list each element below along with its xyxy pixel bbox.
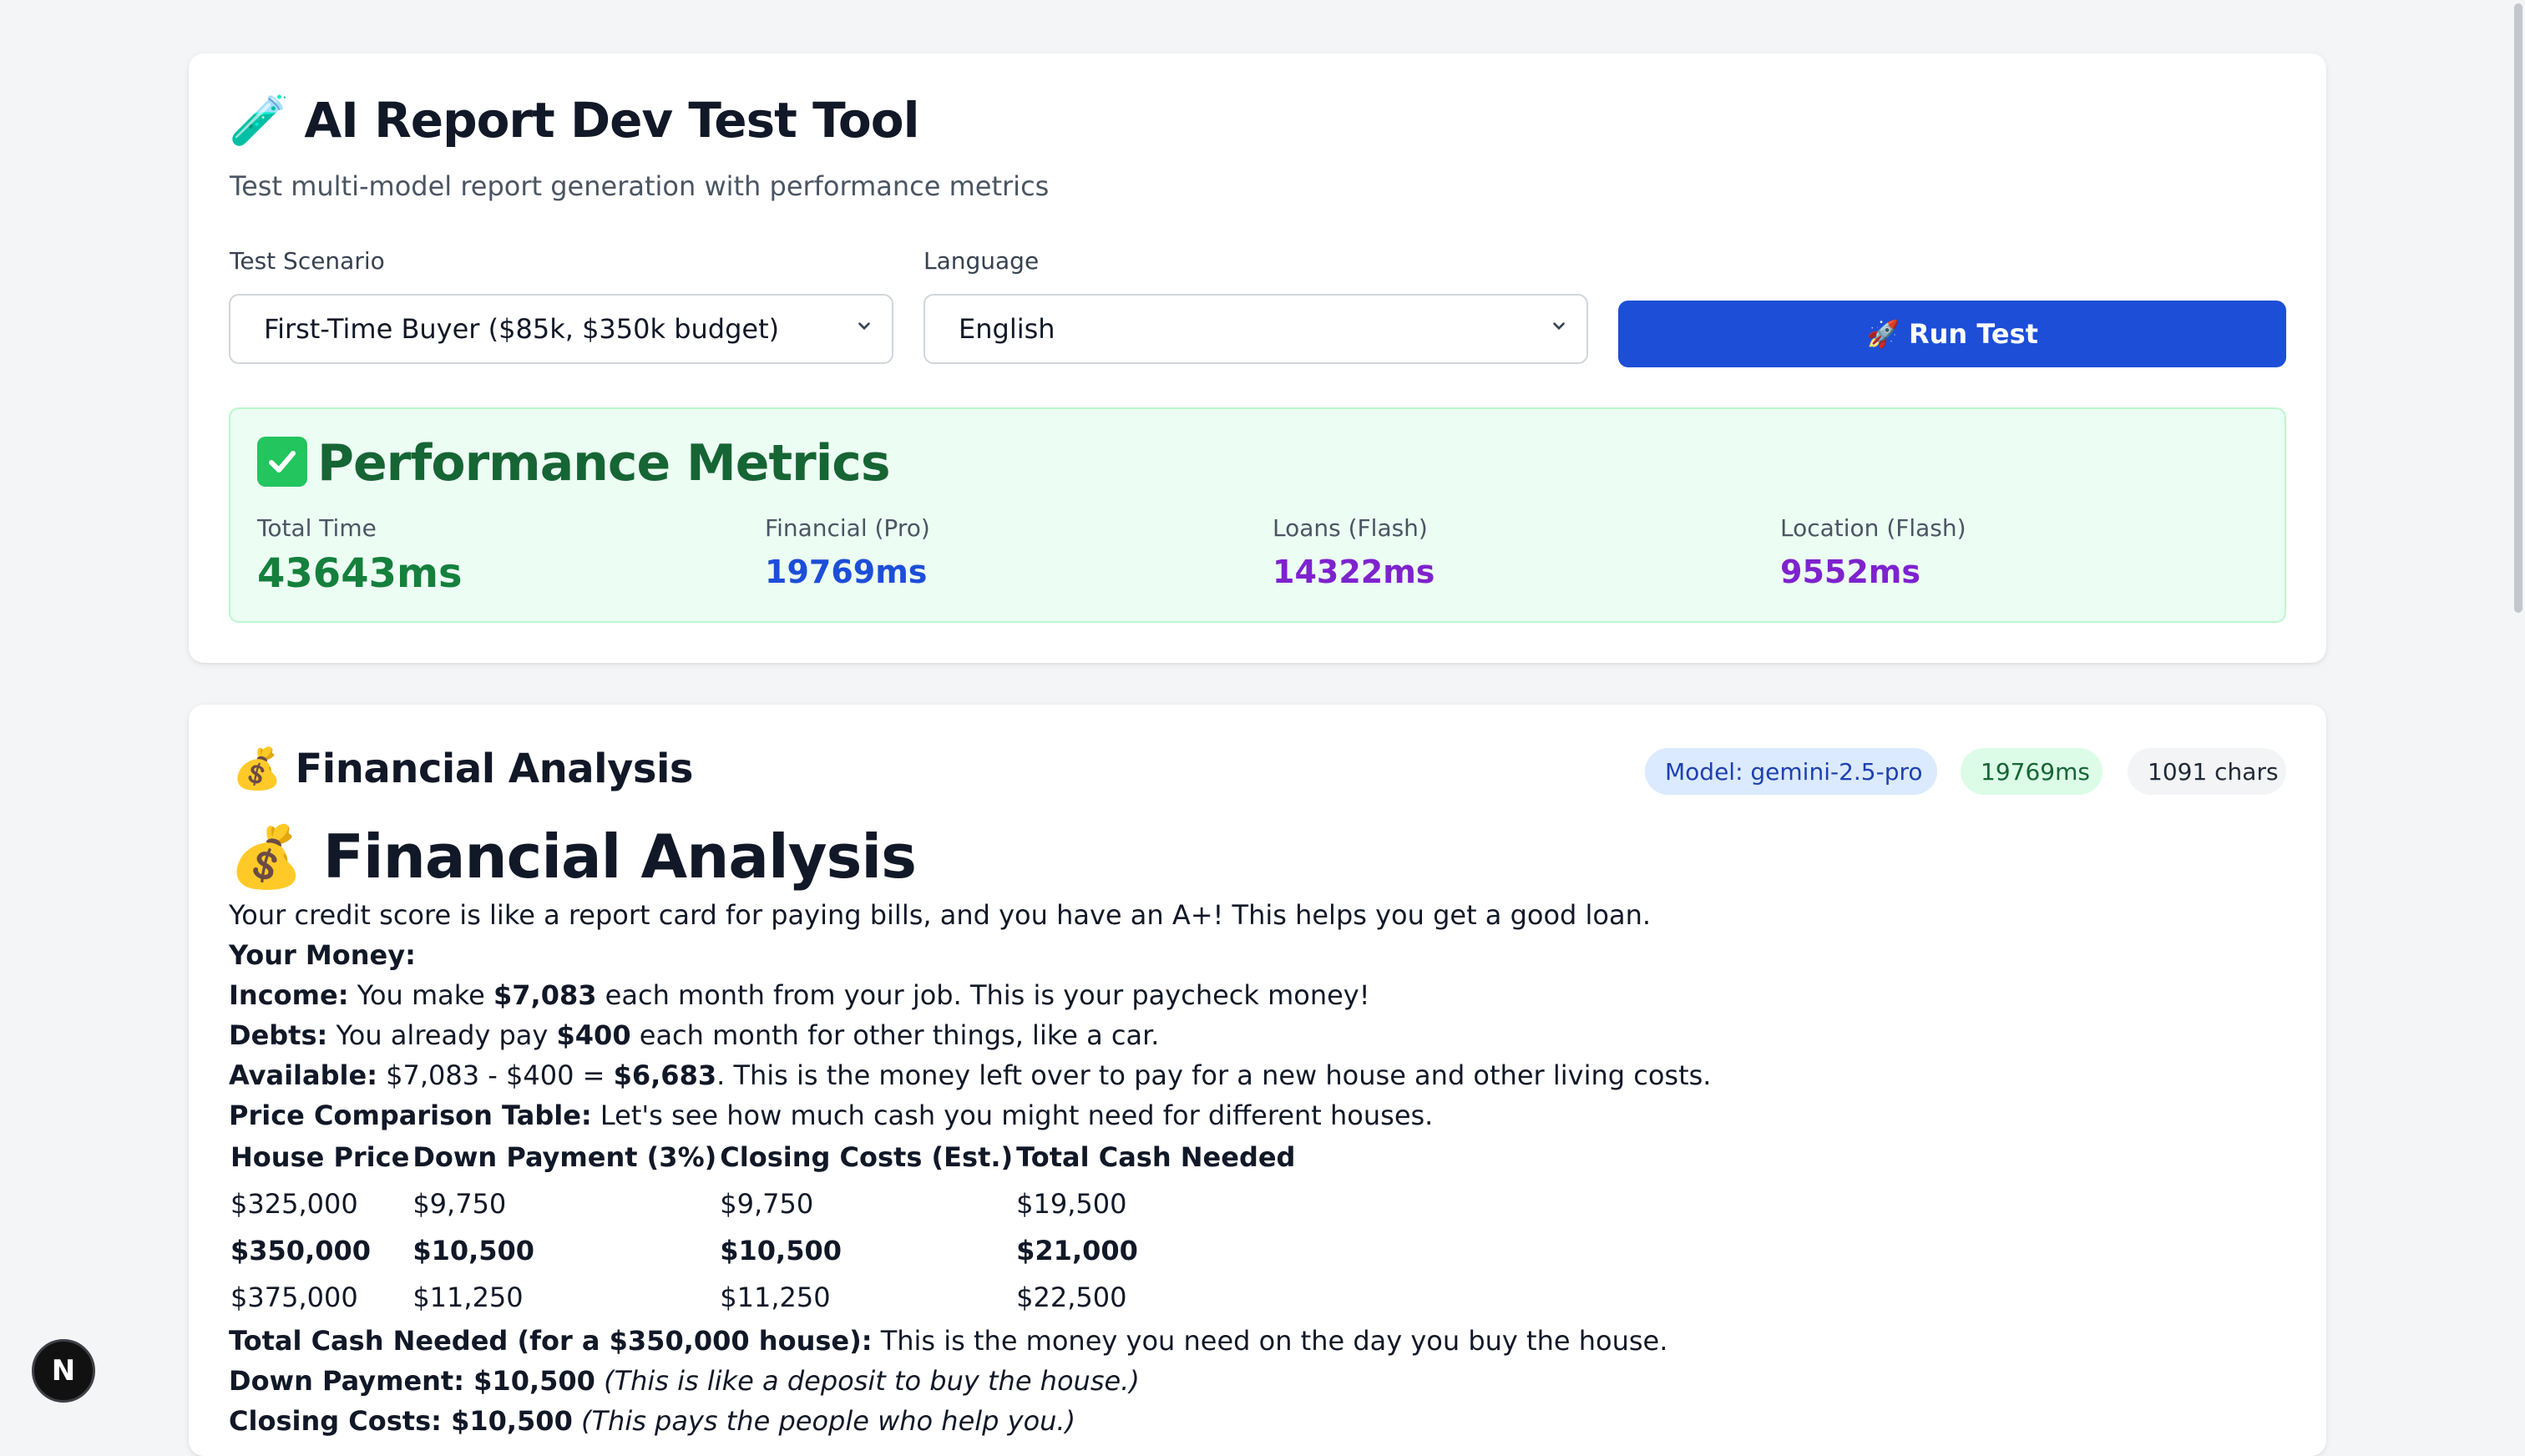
table-cell: $325,000 — [230, 1188, 358, 1220]
table-cell: $9,750 — [412, 1188, 507, 1220]
model-badge: Model: gemini-2.5-pro — [1645, 748, 1937, 795]
time-badge: 19769ms — [1961, 748, 2102, 795]
table-cell: $11,250 — [412, 1282, 524, 1313]
table-cell: $21,000 — [1016, 1235, 1138, 1266]
chevron-down-icon — [1553, 322, 1565, 331]
nextjs-dev-badge[interactable]: N — [32, 1339, 95, 1403]
section-title: 💰 Financial Analysis — [232, 746, 693, 792]
page-subtitle: Test multi-model report generation with … — [230, 170, 1050, 202]
table-header: Closing Costs (Est.) — [720, 1141, 1014, 1173]
page-title: 🧪 AI Report Dev Test Tool — [229, 92, 920, 149]
table-cell: $9,750 — [720, 1188, 814, 1220]
table-cell: $10,500 — [720, 1235, 842, 1266]
table-cell: $375,000 — [230, 1282, 358, 1313]
language-select-value: English — [959, 313, 1055, 345]
test-config-card: 🧪 AI Report Dev Test Tool Test multi-mod… — [189, 53, 2326, 663]
income-line: Income: You make $7,083 each month from … — [229, 979, 1370, 1011]
run-test-button[interactable]: 🚀 Run Test — [1618, 301, 2286, 367]
metric-value: 19769ms — [765, 554, 928, 590]
table-row: $375,000 $11,250 $11,250 $22,500 — [229, 1274, 1297, 1321]
table-header: Down Payment (3%) — [412, 1141, 717, 1173]
language-select[interactable]: English — [923, 294, 1588, 364]
closing-costs-line: Closing Costs: $10,500 (This pays the pe… — [229, 1405, 1076, 1437]
metric-location: Location (Flash) 9552ms — [1780, 514, 1966, 590]
metric-label: Total Time — [257, 514, 377, 542]
down-payment-line: Down Payment: $10,500 (This is like a de… — [229, 1365, 1140, 1397]
table-row: $325,000 $9,750 $9,750 $19,500 — [229, 1180, 1297, 1227]
scrollbar-thumb[interactable] — [2514, 3, 2522, 613]
table-header: Total Cash Needed — [1016, 1141, 1296, 1173]
metrics-title-text: Performance Metrics — [317, 434, 891, 493]
table-cell: $22,500 — [1016, 1282, 1127, 1313]
financial-analysis-card: 💰 Financial Analysis Model: gemini-2.5-p… — [189, 705, 2326, 1456]
table-header-row: House Price Down Payment (3%) Closing Co… — [229, 1135, 1297, 1180]
metric-label: Financial (Pro) — [765, 514, 930, 542]
metric-value: 9552ms — [1780, 554, 1920, 590]
metric-value: 14322ms — [1273, 554, 1435, 590]
metric-value: 43643ms — [257, 550, 463, 597]
check-mark-icon — [257, 437, 307, 487]
page-scrollbar[interactable] — [2512, 0, 2525, 1431]
table-cell: $11,250 — [720, 1282, 831, 1313]
metric-label: Loans (Flash) — [1273, 514, 1428, 542]
debts-line: Debts: You already pay $400 each month f… — [229, 1019, 1160, 1051]
table-row: $350,000 $10,500 $10,500 $21,000 — [229, 1227, 1297, 1274]
table-cell: $19,500 — [1016, 1188, 1127, 1220]
table-cell: $350,000 — [230, 1235, 372, 1266]
metric-loans: Loans (Flash) 14322ms — [1273, 514, 1435, 590]
scenario-select-value: First-Time Buyer ($85k, $350k budget) — [264, 313, 780, 345]
language-label: Language — [923, 247, 1040, 275]
report-intro: Your credit score is like a report card … — [229, 899, 1652, 931]
available-line: Available: $7,083 - $400 = $6,683. This … — [229, 1059, 1712, 1091]
table-intro: Price Comparison Table: Let's see how mu… — [229, 1100, 1434, 1131]
chevron-down-icon — [858, 322, 870, 331]
metric-total-time: Total Time 43643ms — [257, 514, 463, 597]
table-cell: $10,500 — [412, 1235, 535, 1266]
total-cash-line: Total Cash Needed (for a $350,000 house)… — [229, 1325, 1668, 1357]
metric-label: Location (Flash) — [1780, 514, 1966, 542]
table-header: House Price — [230, 1141, 410, 1173]
scenario-label: Test Scenario — [230, 247, 385, 275]
performance-metrics-panel: Performance Metrics Total Time 43643ms F… — [229, 407, 2286, 623]
chars-badge: 1091 chars — [2128, 748, 2286, 795]
metrics-title: Performance Metrics — [257, 434, 891, 493]
your-money-heading: Your Money: — [229, 939, 416, 971]
report-content: 💰 Financial Analysis Your credit score i… — [229, 820, 2233, 1441]
metric-financial: Financial (Pro) 19769ms — [765, 514, 930, 590]
scenario-select[interactable]: First-Time Buyer ($85k, $350k budget) — [229, 294, 893, 364]
price-comparison-table: House Price Down Payment (3%) Closing Co… — [229, 1135, 1297, 1321]
report-heading: 💰 Financial Analysis — [229, 822, 917, 892]
